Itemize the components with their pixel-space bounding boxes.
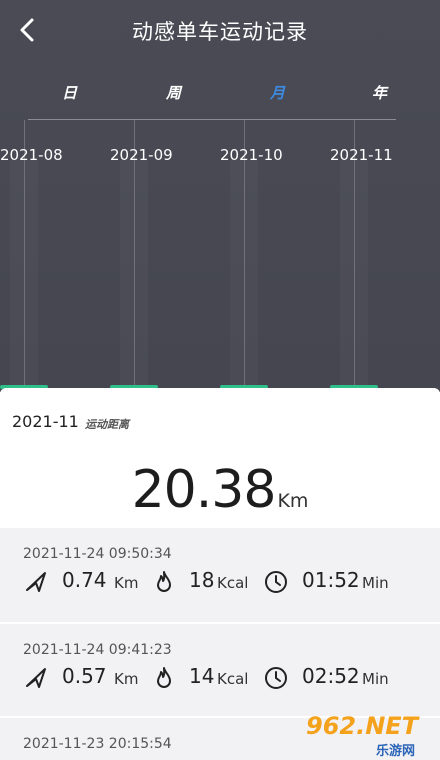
record-stats: 0.74 Km 18 Kcal 01:52 Min bbox=[0, 568, 440, 598]
month-label[interactable]: 2021-11 bbox=[330, 146, 393, 164]
watermark-text: 962.NET bbox=[306, 712, 419, 740]
record-calories: 18 bbox=[189, 568, 215, 592]
list-item[interactable]: 2021-11-24 09:50:34 0.74 Km 18 Kcal 01:5… bbox=[0, 528, 440, 620]
distance-arrow-icon bbox=[24, 570, 48, 594]
record-time: 2021-11-24 09:41:23 bbox=[23, 642, 172, 658]
record-duration: 01:52 bbox=[302, 568, 360, 592]
month-label[interactable]: 2021-09 bbox=[110, 146, 173, 164]
record-distance-unit: Km bbox=[114, 670, 139, 688]
flame-icon bbox=[152, 666, 176, 690]
record-distance-unit: Km bbox=[114, 574, 139, 592]
total-distance-unit: Km bbox=[277, 490, 309, 512]
record-calories-unit: Kcal bbox=[217, 574, 249, 592]
record-calories: 14 bbox=[189, 664, 215, 688]
summary-month: 2021-11 bbox=[12, 412, 79, 431]
header-chart-panel: 动感单车运动记录 日 周 月 年 2021-08 2021-09 2021-10… bbox=[0, 0, 440, 392]
summary-card: 2021-11 运动距离 20.38 Km bbox=[0, 388, 440, 528]
tab-month[interactable]: 月 bbox=[270, 82, 285, 103]
monthly-chart[interactable]: 2021-08 2021-09 2021-10 2021-11 bbox=[0, 120, 440, 392]
watermark-subtext: 乐游网 bbox=[376, 744, 416, 759]
summary-value: 20.38 Km bbox=[0, 460, 440, 520]
summary-label: 运动距离 bbox=[85, 418, 129, 431]
month-label[interactable]: 2021-08 bbox=[0, 146, 63, 164]
watermark-logo: 962.NET 乐游网 bbox=[306, 712, 434, 759]
record-duration-unit: Min bbox=[362, 670, 389, 688]
record-duration-unit: Min bbox=[362, 574, 389, 592]
total-distance: 20.38 bbox=[131, 460, 277, 520]
tab-week[interactable]: 周 bbox=[166, 82, 181, 103]
title-bar: 动感单车运动记录 bbox=[0, 0, 440, 60]
record-distance: 0.57 bbox=[62, 664, 107, 688]
record-stats: 0.57 Km 14 Kcal 02:52 Min bbox=[0, 664, 440, 694]
distance-arrow-icon bbox=[24, 666, 48, 690]
tab-day[interactable]: 日 bbox=[62, 82, 77, 103]
record-time: 2021-11-24 09:50:34 bbox=[23, 546, 172, 562]
tab-year[interactable]: 年 bbox=[372, 82, 387, 103]
record-calories-unit: Kcal bbox=[217, 670, 249, 688]
list-item[interactable]: 2021-11-24 09:41:23 0.57 Km 14 Kcal 02:5… bbox=[0, 624, 440, 716]
record-distance: 0.74 bbox=[62, 568, 107, 592]
record-time: 2021-11-23 20:15:54 bbox=[23, 736, 172, 752]
clock-icon bbox=[264, 570, 288, 594]
record-duration: 02:52 bbox=[302, 664, 360, 688]
flame-icon bbox=[152, 570, 176, 594]
month-label[interactable]: 2021-10 bbox=[220, 146, 283, 164]
page-title: 动感单车运动记录 bbox=[132, 20, 308, 44]
period-tabs: 日 周 月 年 bbox=[0, 82, 440, 106]
clock-icon bbox=[264, 666, 288, 690]
